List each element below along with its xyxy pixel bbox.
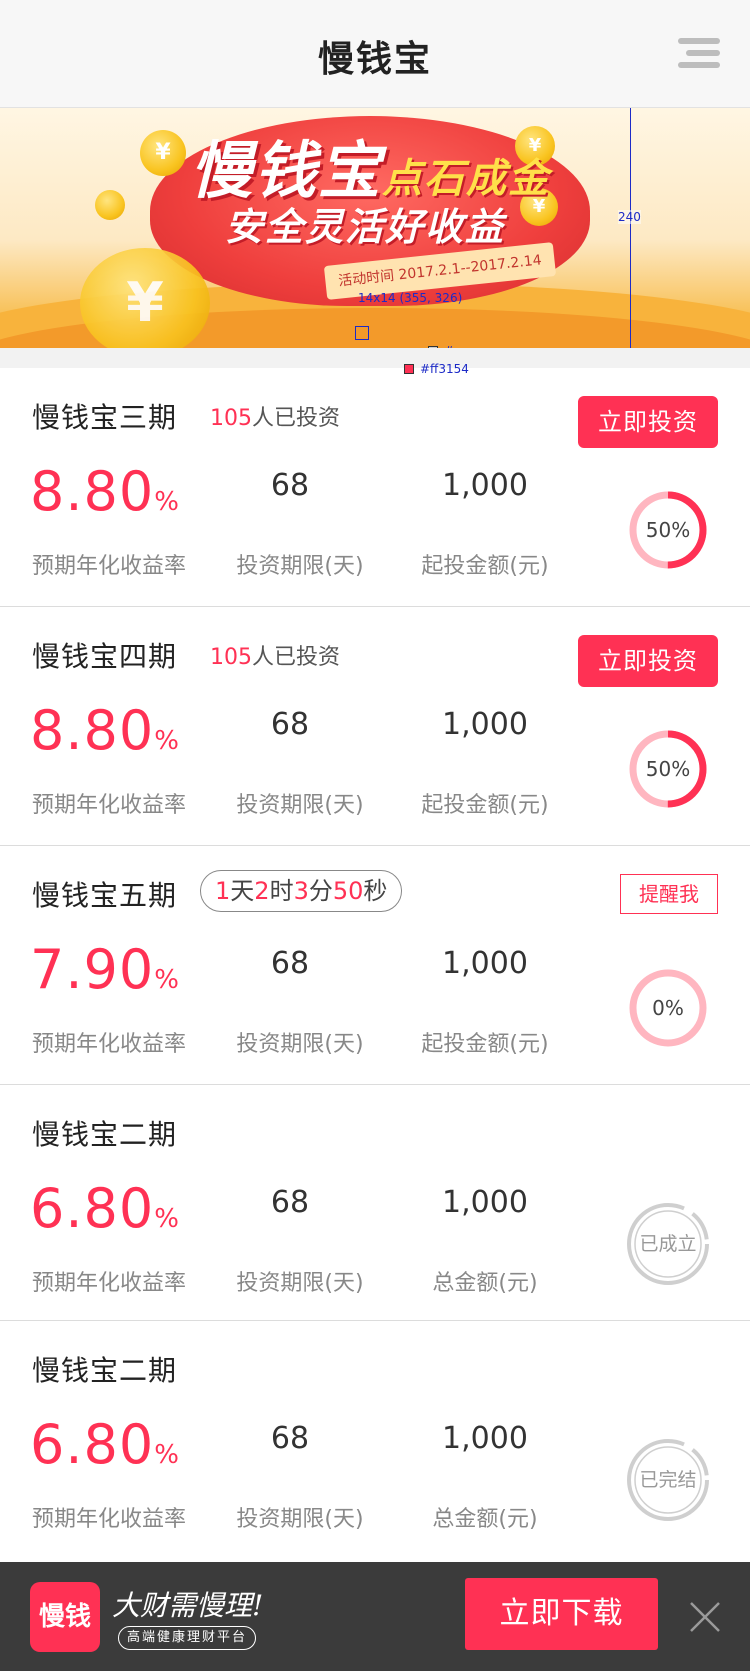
total-amount: 1,000 xyxy=(442,1421,528,1456)
term-days: 68 xyxy=(270,468,310,503)
product-card[interactable]: 慢钱宝三期 105人已投资 立即投资 8.80% 预期年化收益率 68 投资期限… xyxy=(0,368,750,607)
product-name: 慢钱宝四期 xyxy=(32,640,178,673)
progress-ring: 50% xyxy=(628,729,708,809)
min-amount: 1,000 xyxy=(442,468,528,503)
status-stamp-text: 已成立 xyxy=(639,1233,697,1255)
section-spacer xyxy=(0,348,750,368)
term-days-label: 投资期限(天) xyxy=(236,1032,364,1057)
coin-icon: ¥ xyxy=(80,248,210,348)
status-stamp: 已完结 xyxy=(626,1438,710,1522)
investor-count: 105人已投资 xyxy=(210,406,341,431)
close-icon[interactable] xyxy=(688,1600,722,1634)
invest-now-button[interactable]: 立即投资 xyxy=(578,635,718,687)
selection-box xyxy=(355,326,369,340)
progress-ring: 0% xyxy=(628,968,708,1048)
status-stamp: 已成立 xyxy=(626,1202,710,1286)
swatch-red-label: #ff3154 xyxy=(420,362,469,376)
hamburger-menu-icon[interactable] xyxy=(678,38,720,68)
countdown-timer: 1天2时3分50秒 xyxy=(200,870,403,912)
product-card[interactable]: 慢钱宝五期 1天2时3分50秒 提醒我 7.90% 预期年化收益率 68 投资期… xyxy=(0,846,750,1085)
annual-rate-label: 预期年化收益率 xyxy=(32,793,187,818)
investor-count: 105人已投资 xyxy=(210,645,341,670)
banner-subtitle: 安全灵活好收益 xyxy=(225,205,506,249)
annual-rate: 8.80% xyxy=(30,460,180,523)
product-card[interactable]: 慢钱宝二期 6.80% 预期年化收益率 68 投资期限(天) 1,000 总金额… xyxy=(0,1321,750,1557)
total-amount-label: 总金额(元) xyxy=(432,1507,538,1532)
term-days: 68 xyxy=(270,946,310,981)
status-stamp-text: 已完结 xyxy=(639,1469,697,1491)
promo-banner[interactable]: ¥ ¥ ¥ ¥ 慢钱宝点石成金 安全灵活好收益 活动时间 2017.2.1--2… xyxy=(0,108,750,348)
term-days: 68 xyxy=(270,707,310,742)
app-logo: 慢钱 xyxy=(30,1582,100,1652)
progress-percent: 0% xyxy=(652,996,684,1020)
measure-size-label: 14x14 (355, 326) xyxy=(358,291,463,305)
min-amount-label: 起投金额(元) xyxy=(421,554,549,579)
app-download-bar: 慢钱 大财需慢理! 高端健康理财平台 立即下载 xyxy=(0,1562,750,1671)
term-days-label: 投资期限(天) xyxy=(236,793,364,818)
swatch-red xyxy=(404,364,414,374)
term-days: 68 xyxy=(270,1185,310,1220)
term-days-label: 投资期限(天) xyxy=(236,554,364,579)
total-amount: 1,000 xyxy=(442,1185,528,1220)
top-nav-bar: 慢钱宝 xyxy=(0,0,750,108)
remind-me-button[interactable]: 提醒我 xyxy=(620,874,718,914)
product-name: 慢钱宝五期 xyxy=(32,879,178,912)
product-name: 慢钱宝二期 xyxy=(32,1118,178,1151)
product-list: 慢钱宝三期 105人已投资 立即投资 8.80% 预期年化收益率 68 投资期限… xyxy=(0,368,750,1557)
annual-rate: 7.90% xyxy=(30,938,180,1001)
measure-height-label: 240 xyxy=(618,210,641,224)
annual-rate: 6.80% xyxy=(30,1177,180,1240)
product-card[interactable]: 慢钱宝二期 6.80% 预期年化收益率 68 投资期限(天) 1,000 总金额… xyxy=(0,1085,750,1321)
term-days: 68 xyxy=(270,1421,310,1456)
progress-percent: 50% xyxy=(645,518,691,542)
coin-icon xyxy=(95,190,125,220)
app-slogan-sub: 高端健康理财平台 xyxy=(118,1626,257,1650)
min-amount-label: 起投金额(元) xyxy=(421,1032,549,1057)
annual-rate-label: 预期年化收益率 xyxy=(32,1032,187,1057)
annual-rate-label: 预期年化收益率 xyxy=(32,554,187,579)
download-app-button[interactable]: 立即下载 xyxy=(465,1578,658,1650)
annual-rate: 6.80% xyxy=(30,1413,180,1476)
product-card[interactable]: 慢钱宝四期 105人已投资 立即投资 8.80% 预期年化收益率 68 投资期限… xyxy=(0,607,750,846)
annual-rate-label: 预期年化收益率 xyxy=(32,1507,187,1532)
term-days-label: 投资期限(天) xyxy=(236,1271,364,1296)
app-slogan: 大财需慢理! xyxy=(112,1589,264,1622)
annual-rate-label: 预期年化收益率 xyxy=(32,1271,187,1296)
min-amount: 1,000 xyxy=(442,707,528,742)
min-amount: 1,000 xyxy=(442,946,528,981)
coin-icon: ¥ xyxy=(140,130,186,176)
page-title: 慢钱宝 xyxy=(317,39,432,80)
progress-ring: 50% xyxy=(628,490,708,570)
product-name: 慢钱宝三期 xyxy=(32,401,178,434)
invest-now-button[interactable]: 立即投资 xyxy=(578,396,718,448)
product-name: 慢钱宝二期 xyxy=(32,1354,178,1387)
annual-rate: 8.80% xyxy=(30,699,180,762)
min-amount-label: 起投金额(元) xyxy=(421,793,549,818)
measure-line xyxy=(630,108,631,348)
total-amount-label: 总金额(元) xyxy=(432,1271,538,1296)
progress-percent: 50% xyxy=(645,757,691,781)
term-days-label: 投资期限(天) xyxy=(236,1507,364,1532)
